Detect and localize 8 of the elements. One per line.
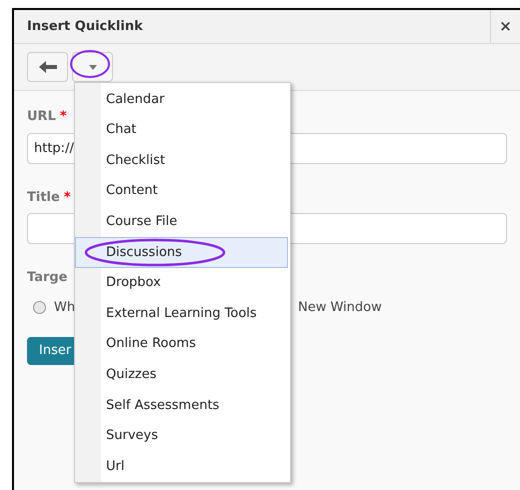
window-title: Insert Quicklink	[26, 18, 144, 36]
url-label: URL	[27, 108, 56, 126]
required-asterisk: *	[64, 188, 71, 206]
title-label: Title	[27, 188, 60, 206]
required-asterisk: *	[60, 108, 67, 126]
radio-label: New Window	[298, 298, 382, 316]
radio-label: Wh	[54, 298, 76, 316]
target-label: Targe	[27, 269, 68, 287]
